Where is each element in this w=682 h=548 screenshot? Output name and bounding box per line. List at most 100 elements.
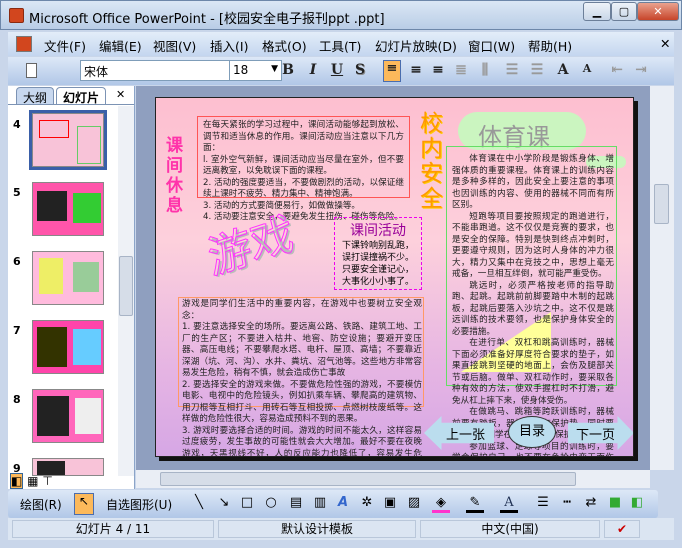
wordart-icon[interactable]: A	[334, 495, 352, 510]
distribute-icon[interactable]: ≣	[452, 62, 470, 78]
scroll-thumb[interactable]	[160, 472, 576, 486]
next-button[interactable]: 下一页	[576, 424, 615, 443]
maximize-button[interactable]: ▢	[611, 2, 637, 21]
font-select[interactable]: 宋体 ▼	[80, 60, 248, 81]
text-line: 3. 活动的方式要简便易行，如做做操等。	[203, 200, 361, 211]
font-size-select[interactable]: 18 ▼	[229, 60, 282, 81]
arrow-icon[interactable]: ↘	[215, 495, 233, 510]
scroll-thumb[interactable]	[654, 184, 669, 224]
font-value: 宋体	[84, 65, 109, 79]
3d-icon[interactable]: ◧	[628, 495, 646, 510]
recess-textbox[interactable]: 在每天紧张的学习过程中，课间活动能够起到放松、调节和适当休息的作用。课间活动应当…	[197, 116, 410, 222]
menu-insert[interactable]: 插入(I)	[210, 36, 248, 55]
line-color-icon[interactable]: ✎	[466, 495, 484, 513]
vertical-scrollbar[interactable]	[650, 86, 674, 470]
diagram-icon[interactable]: ✲	[358, 495, 376, 510]
tab-slides[interactable]: 幻灯片	[56, 87, 107, 105]
campus-safety-title: 校内安全	[420, 111, 443, 212]
slide-thumbnail[interactable]	[32, 251, 104, 305]
picture-icon[interactable]: ▨	[405, 495, 423, 510]
menu-window[interactable]: 窗口(W)	[468, 36, 515, 55]
new-document-icon[interactable]	[26, 63, 37, 78]
align-center-button[interactable]: ≡	[407, 62, 425, 78]
text-line: 3. 游戏时要选择合适的时间。游戏的时间不能太久，这样容易过度疲劳，发生事故的可…	[182, 425, 422, 457]
slide-thumbnail[interactable]	[32, 389, 104, 443]
drawing-toolbar: 绘图(R) ↖ 自选图形(U) ╲ ↘ □ ○ ▤ ▥ A ✲ ▣ ▨ ◈ ✎ …	[8, 490, 658, 518]
chevron-down-icon[interactable]: ▼	[271, 64, 278, 74]
arrow-style-icon[interactable]: ⇄	[582, 495, 600, 510]
menu-format[interactable]: 格式(O)	[262, 36, 307, 55]
activity-title: 课间活动	[350, 223, 406, 239]
menu-bar: 文件(F) 编辑(E) 视图(V) 插入(I) 格式(O) 工具(T) 幻灯片放…	[8, 32, 674, 56]
bold-button[interactable]: B	[279, 62, 297, 78]
select-arrow-icon[interactable]: ↖	[74, 493, 94, 515]
close-button[interactable]: ✕	[637, 2, 679, 21]
window-title: Microsoft Office PowerPoint - [校园安全电子报刊p…	[29, 12, 385, 27]
menu-tools[interactable]: 工具(T)	[319, 36, 361, 55]
menu-help[interactable]: 帮助(H)	[528, 36, 572, 55]
close-pane-icon[interactable]: ✕	[116, 88, 125, 101]
tab-outline[interactable]: 大纲	[16, 87, 55, 105]
clipart-icon[interactable]: ▣	[381, 495, 399, 510]
horizontal-scrollbar[interactable]	[136, 470, 650, 488]
text-line: 2. 活动的强度要适当，不要做剧烈的活动，以保证继续上课时不疲劳、精力集中、精神…	[203, 177, 404, 200]
italic-button[interactable]: I	[304, 62, 322, 78]
activity-box[interactable]: 课间活动 下课铃响别乱跑， 误打误撞祸不少。 只要安全谨记心， 大事化小小事了。	[334, 217, 422, 290]
vertical-textbox-icon[interactable]: ▥	[311, 495, 329, 510]
toc-button[interactable]: 目录	[508, 416, 556, 448]
menu-view[interactable]: 视图(V)	[153, 36, 196, 55]
menu-slideshow[interactable]: 幻灯片放映(D)	[375, 36, 457, 55]
align-left-button[interactable]: ≡	[383, 60, 401, 82]
poem-line: 下课铃响别乱跑，	[341, 241, 414, 251]
slide-canvas[interactable]: 课间休息 在每天紧张的学习过程中，课间活动能够起到放松、调节和适当休息的作用。课…	[155, 97, 634, 457]
underline-button[interactable]: U	[328, 62, 346, 78]
pe-textbox[interactable]: 体育课在中小学阶段是锻炼身体、增强体质的重要课程。体育课上的训练内容是多种多样的…	[448, 154, 618, 456]
prev-button[interactable]: 上一张	[446, 424, 485, 443]
language-status: 中文(中国)	[420, 520, 600, 538]
numbering-icon[interactable]: ☰	[503, 62, 521, 78]
normal-view-icon[interactable]: ◧	[10, 473, 24, 489]
recess-title: 课间休息	[166, 136, 183, 216]
game-textbox[interactable]: 游戏是同学们生活中的重要内容，在游戏中也要树立安全观念： 1. 要注意选择安全的场…	[182, 299, 422, 457]
minimize-button[interactable]: ▁	[583, 2, 611, 21]
paragraph: 在进行单、双杠和跳高训练时，器械下面必须准备好厚度符合要求的垫子，如果直接跳到坚…	[452, 338, 614, 406]
shadow-button[interactable]: S	[351, 62, 369, 78]
slide-thumbnail[interactable]	[29, 110, 107, 170]
menu-file[interactable]: 文件(F)	[44, 36, 86, 55]
slide-thumbnail[interactable]	[32, 320, 104, 374]
increase-font-icon[interactable]: A	[554, 62, 572, 78]
decrease-font-icon[interactable]: A	[578, 62, 596, 75]
autoshapes-menu[interactable]: 自选图形(U)	[106, 496, 172, 513]
close-document-icon[interactable]: ✕	[660, 36, 670, 51]
align-right-button[interactable]: ≡	[429, 62, 447, 78]
rectangle-icon[interactable]: □	[238, 495, 256, 510]
line-icon[interactable]: ╲	[190, 495, 208, 510]
slideshow-icon[interactable]: ⊤	[42, 474, 52, 488]
poem-line: 误打误撞祸不少。	[341, 253, 414, 263]
oval-icon[interactable]: ○	[262, 495, 280, 510]
design-template: 默认设计模板	[218, 520, 416, 538]
shadow-icon[interactable]: ■	[606, 495, 624, 510]
title-bar: Microsoft Office PowerPoint - [校园安全电子报刊p…	[0, 0, 682, 30]
slide-thumbnail[interactable]	[32, 182, 104, 236]
slide-sorter-icon[interactable]: ▦	[27, 474, 38, 488]
menu-edit[interactable]: 编辑(E)	[99, 36, 142, 55]
bullets-icon[interactable]: ☰	[528, 62, 546, 78]
slide-number: 8	[13, 393, 21, 406]
dash-style-icon[interactable]: ┅	[558, 495, 576, 510]
text-line: 1. 要注意选择安全的场所。要远离公路、铁路、建筑工地、工厂的生产区；不要进入枯…	[182, 322, 422, 378]
document-icon	[16, 36, 32, 52]
font-color-icon[interactable]: A	[500, 495, 518, 513]
vertical-text-icon[interactable]: ⫼	[476, 62, 494, 78]
fill-color-icon[interactable]: ◈	[432, 495, 450, 513]
spelling-check-icon[interactable]: ✔	[604, 520, 640, 538]
line-style-icon[interactable]: ☰	[534, 495, 552, 510]
slide-number: 5	[13, 186, 21, 199]
draw-menu[interactable]: 绘图(R)	[20, 496, 62, 513]
pane-scrollbar[interactable]	[118, 106, 134, 476]
increase-indent-icon[interactable]: ⇥	[632, 62, 650, 78]
textbox-icon[interactable]: ▤	[287, 495, 305, 510]
slides-pane: 大纲 幻灯片 ✕ 4 5 6 7 8 9	[8, 86, 135, 489]
decrease-indent-icon[interactable]: ⇤	[608, 62, 626, 78]
slide-editing-area: 课间休息 在每天紧张的学习过程中，课间活动能够起到放松、调节和适当休息的作用。课…	[136, 86, 650, 470]
